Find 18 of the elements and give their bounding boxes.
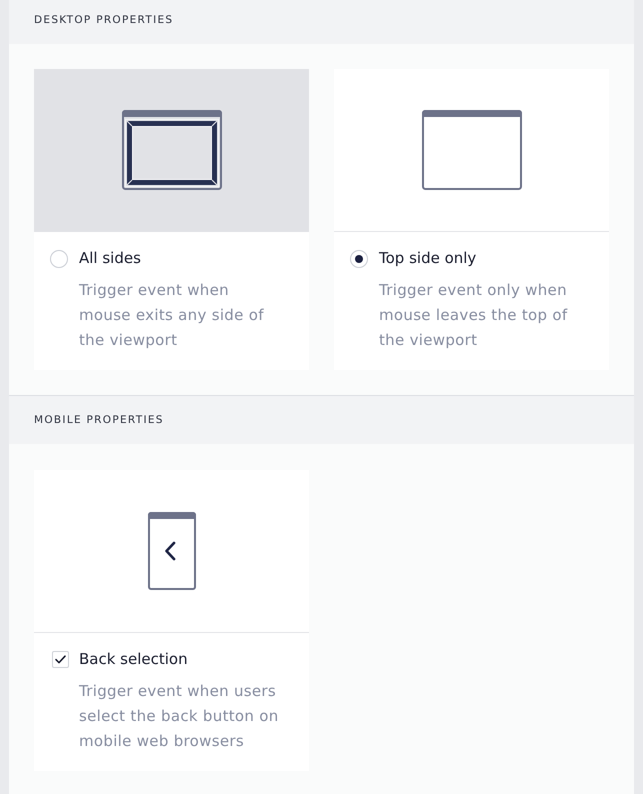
window-icon [422, 110, 522, 190]
phone-chevron-icon [148, 512, 196, 590]
radio-button[interactable] [350, 250, 368, 268]
option-card[interactable]: Back selection Trigger event when users select the back button on mobile web browsers [34, 470, 309, 771]
window-frame-icon [122, 110, 222, 190]
section-title: MOBILE PROPERTIES [34, 414, 164, 426]
checkbox[interactable] [52, 651, 69, 668]
option-description: Trigger event only when mouse leaves the top of the viewport [379, 280, 568, 351]
check-icon [55, 655, 66, 664]
radio-button[interactable] [50, 250, 68, 268]
section-title: DESKTOP PROPERTIES [34, 14, 174, 26]
option-label: Top side only [379, 248, 476, 269]
option-card[interactable]: Top side only Trigger event only when mouse leaves the top of the viewport [334, 69, 609, 370]
option-label: Back selection [79, 649, 188, 670]
option-description: Trigger event when mouse exits any side of the viewport [79, 280, 265, 351]
option-description: Trigger event when users select the back button on mobile web browsers [79, 681, 280, 752]
option-label: All sides [79, 248, 141, 269]
option-card[interactable]: All sides Trigger event when mouse exits any side of the viewport [34, 69, 309, 370]
